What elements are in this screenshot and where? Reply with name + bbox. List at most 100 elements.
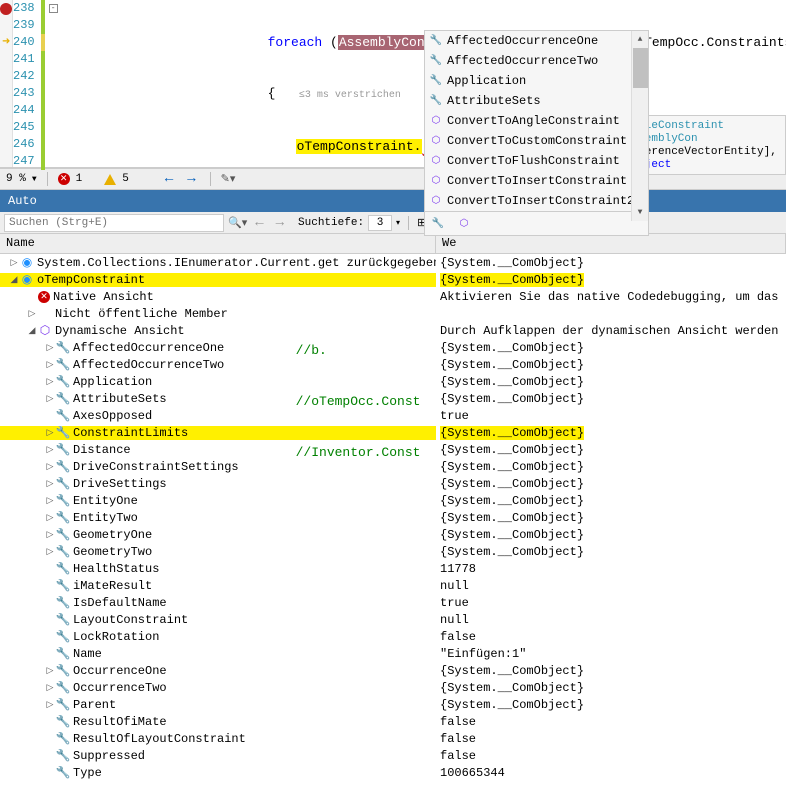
intellisense-item[interactable]: ⬡ConvertToInsertConstraint2 [425, 191, 648, 211]
variable-value[interactable]: false [436, 732, 786, 746]
expand-toggle-icon[interactable]: ▷ [44, 360, 56, 370]
intellisense-item[interactable]: ⬡ConvertToFlushConstraint [425, 151, 648, 171]
variable-value[interactable]: {System.__ComObject} [436, 528, 786, 542]
intellisense-item[interactable]: 🔧AttributeSets [425, 91, 648, 111]
tree-row[interactable]: 🔧ResultOfiMatefalse [0, 713, 786, 730]
property-icon: 🔧 [56, 545, 70, 559]
expand-toggle-icon[interactable]: ▷ [44, 547, 56, 557]
expand-toggle-icon[interactable]: ▷ [44, 445, 56, 455]
variable-value[interactable]: true [436, 596, 786, 610]
variable-value[interactable]: 100665344 [436, 766, 786, 780]
intellisense-filter-bar[interactable]: 🔧 ⬡ [425, 211, 648, 235]
tree-row[interactable]: 🔧Name"Einfügen:1" [0, 645, 786, 662]
tree-row[interactable]: 🔧iMateResultnull [0, 577, 786, 594]
intellisense-item[interactable]: 🔧 AffectedOccurrenceOne [425, 31, 648, 51]
method-filter-icon[interactable]: ⬡ [457, 217, 471, 231]
variable-value[interactable]: {System.__ComObject} [436, 698, 786, 712]
variable-value[interactable]: {System.__ComObject} [436, 681, 786, 695]
tree-row[interactable]: ▷🔧OccurrenceOne{System.__ComObject} [0, 662, 786, 679]
expand-toggle-icon[interactable]: ▷ [26, 309, 38, 319]
variable-name: GeometryTwo [73, 545, 152, 559]
tree-row[interactable]: ▷🔧GeometryOne{System.__ComObject} [0, 526, 786, 543]
variable-value[interactable]: null [436, 579, 786, 593]
variable-name: OccurrenceTwo [73, 681, 167, 695]
expand-toggle-icon[interactable]: ▷ [44, 479, 56, 489]
variable-value[interactable]: {System.__ComObject} [436, 494, 786, 508]
dropdown-icon[interactable]: ▼ [32, 175, 37, 184]
variable-value[interactable]: false [436, 715, 786, 729]
intellisense-item[interactable]: ⬡ConvertToCustomConstraint [425, 131, 648, 151]
expand-toggle-icon[interactable]: ▷ [44, 462, 56, 472]
variable-name: Type [73, 766, 102, 780]
expand-toggle-icon[interactable]: ▷ [44, 666, 56, 676]
intellisense-item[interactable]: 🔧Application [425, 71, 648, 91]
scroll-thumb[interactable] [633, 48, 648, 88]
current-statement[interactable]: oTempConstraint. [296, 139, 423, 154]
line-number: 238 [13, 0, 35, 17]
line-number: 240 [13, 34, 35, 51]
keyword-foreach: foreach [268, 35, 323, 50]
variable-name: Parent [73, 698, 116, 712]
variable-name: iMateResult [73, 579, 152, 593]
variable-value[interactable]: {System.__ComObject} [436, 511, 786, 525]
expand-toggle-icon[interactable]: ▷ [44, 700, 56, 710]
variable-value[interactable]: 11778 [436, 562, 786, 576]
variable-name: ResultOfiMate [73, 715, 167, 729]
line-number: 241 [13, 51, 35, 68]
expand-toggle-icon[interactable]: ▷ [44, 683, 56, 693]
tree-row[interactable]: 🔧HealthStatus11778 [0, 560, 786, 577]
variable-name: EntityTwo [73, 511, 138, 525]
method-icon: ⬡ [429, 134, 443, 148]
dynamic-icon: ⬡ [38, 324, 52, 338]
expand-toggle-icon[interactable]: ▷ [44, 394, 56, 404]
tree-row[interactable]: 🔧IsDefaultName true [0, 594, 786, 611]
scroll-up-button[interactable]: ▲ [632, 31, 648, 48]
expand-toggle-icon[interactable]: ▷ [44, 343, 56, 353]
expand-toggle-icon[interactable]: ◢ [8, 275, 20, 285]
variable-value[interactable]: "Einfügen:1" [436, 647, 786, 661]
fold-icon[interactable]: - [49, 4, 58, 13]
property-icon: 🔧 [56, 596, 70, 610]
tree-row[interactable]: 🔧ResultOfLayoutConstraintfalse [0, 730, 786, 747]
variable-name: GeometryOne [73, 528, 152, 542]
intellisense-item-label: AffectedOccurrenceOne [447, 34, 598, 48]
tree-row[interactable]: ▷🔧GeometryTwo {System.__ComObject} [0, 543, 786, 560]
intellisense-item-label: ConvertToAngleConstraint [447, 114, 620, 128]
intellisense-item[interactable]: ⬡ConvertToInsertConstraint [425, 171, 648, 191]
variable-value[interactable]: {System.__ComObject} [436, 545, 786, 559]
expand-toggle-icon[interactable]: ▷ [44, 428, 56, 438]
variable-value[interactable]: null [436, 613, 786, 627]
expand-toggle-icon[interactable]: ◢ [26, 326, 38, 336]
intellisense-scrollbar[interactable]: ▲ ▼ [631, 31, 648, 221]
variable-value[interactable]: {System.__ComObject} [436, 664, 786, 678]
tree-row[interactable]: 🔧Suppressedfalse [0, 747, 786, 764]
tree-row[interactable]: ▷🔧OccurrenceTwo{System.__ComObject} [0, 679, 786, 696]
panel-title: Auto [8, 194, 37, 208]
variable-name: IsDefaultName [73, 596, 167, 610]
breakpoint-marker[interactable] [0, 3, 12, 15]
breakpoint-gutter[interactable]: ➜ [0, 0, 13, 167]
expand-toggle-icon[interactable]: ▷ [44, 530, 56, 540]
wrench-filter-icon[interactable]: 🔧 [431, 217, 445, 231]
intellisense-item[interactable]: ⬡ConvertToAngleConstraint [425, 111, 648, 131]
intellisense-item[interactable]: 🔧AffectedOccurrenceTwo [425, 51, 648, 71]
tree-row[interactable]: 🔧LayoutConstraintnull [0, 611, 786, 628]
tree-row[interactable]: 🔧Type100665344 [0, 764, 786, 781]
expand-toggle-icon[interactable]: ▷ [44, 513, 56, 523]
comment-line: //Inventor.Const [296, 445, 421, 460]
timing-lens[interactable]: ≤3 ms verstrichen [299, 90, 401, 101]
tree-row[interactable]: 🔧LockRotationfalse [0, 628, 786, 645]
expand-toggle-icon[interactable]: ▷ [44, 496, 56, 506]
variable-value[interactable]: false [436, 749, 786, 763]
property-icon: 🔧 [56, 749, 70, 763]
variable-value[interactable]: false [436, 630, 786, 644]
expand-toggle-icon[interactable]: ▷ [8, 258, 20, 268]
property-icon: 🔧 [429, 34, 443, 48]
property-icon: 🔧 [56, 630, 70, 644]
tree-row[interactable]: ▷🔧Parent{System.__ComObject} [0, 696, 786, 713]
tree-row[interactable]: ▷🔧EntityTwo{System.__ComObject} [0, 509, 786, 526]
expand-toggle-icon[interactable]: ▷ [44, 377, 56, 387]
zoom-level[interactable]: 9 % [6, 173, 26, 185]
intellisense-popup[interactable]: 🔧 AffectedOccurrenceOne 🔧AffectedOccurrenc… [424, 30, 649, 236]
scroll-down-button[interactable]: ▼ [632, 204, 648, 221]
